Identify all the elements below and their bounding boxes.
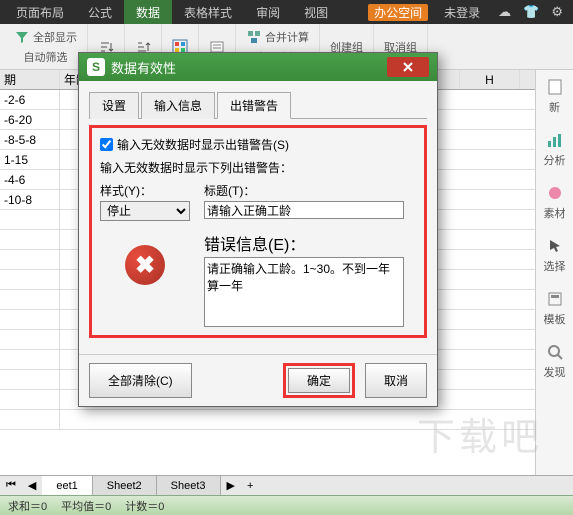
status-sum: 求和＝0 [8, 498, 47, 514]
close-icon [402, 61, 414, 73]
dialog-tabs: 设置 输入信息 出错警告 [89, 91, 427, 119]
header-cell: 期 [0, 70, 60, 89]
menu-data[interactable]: 数据 [124, 0, 172, 24]
col-header-h[interactable]: H [460, 70, 520, 89]
error-icon: ✖ [125, 245, 165, 285]
settings-icon[interactable]: ⚙ [545, 4, 569, 20]
sheet-tab-1[interactable]: eet1 [42, 476, 92, 495]
side-material[interactable]: 素材 [544, 184, 566, 221]
skin-icon[interactable]: 👕 [517, 4, 545, 20]
show-all-button[interactable]: 全部显示 [10, 27, 81, 47]
menu-page-layout[interactable]: 页面布局 [4, 0, 76, 24]
cell[interactable]: -10-8 [0, 190, 60, 209]
menu-table-style[interactable]: 表格样式 [172, 0, 244, 24]
menu-review[interactable]: 审阅 [244, 0, 292, 24]
tab-nav-prev[interactable]: ◀ [22, 479, 42, 492]
add-sheet-button[interactable]: + [241, 480, 259, 492]
sheet-tabs: ⏮ ◀ eet1 Sheet2 Sheet3 ▶ + [0, 475, 573, 495]
cell[interactable]: -6-20 [0, 110, 60, 129]
right-sidebar: 新 分析 素材 选择 模板 发现 [535, 70, 573, 475]
menu-formula[interactable]: 公式 [76, 0, 124, 24]
ok-highlight: 确定 [283, 363, 355, 398]
sheet-tab-2[interactable]: Sheet2 [93, 476, 157, 495]
cell[interactable]: -8-5-8 [0, 130, 60, 149]
dialog-titlebar[interactable]: S 数据有效性 [79, 53, 437, 81]
status-avg: 平均值＝0 [61, 498, 111, 514]
style-label: 样式(Y)： [100, 182, 190, 199]
tab-input-message[interactable]: 输入信息 [141, 92, 215, 119]
error-msg-label: 错误信息(E)： [204, 231, 404, 255]
tab-nav-next[interactable]: ▶ [221, 479, 241, 492]
cell[interactable]: -4-6 [0, 170, 60, 189]
cloud-icon[interactable]: ☁ [492, 4, 517, 20]
tab-error-alert[interactable]: 出错警告 [217, 92, 291, 119]
side-new[interactable]: 新 [546, 78, 564, 115]
side-discover[interactable]: 发现 [544, 343, 566, 380]
show-error-checkbox[interactable] [100, 138, 113, 151]
data-validation-dialog: S 数据有效性 设置 输入信息 出错警告 输入无效数据时显示出错警告(S) 输入… [78, 52, 438, 407]
error-msg-textarea[interactable]: 请正确输入工龄。1~30。不到一年算一年 [204, 257, 404, 327]
close-button[interactable] [387, 57, 429, 77]
cell[interactable]: -2-6 [0, 90, 60, 109]
status-bar: 求和＝0 平均值＝0 计数＝0 [0, 495, 573, 515]
cancel-button[interactable]: 取消 [365, 363, 427, 398]
style-select[interactable]: 停止 [100, 201, 190, 221]
dialog-title: 数据有效性 [111, 58, 176, 77]
login-link[interactable]: 未登录 [432, 0, 492, 24]
cell[interactable]: 1-15 [0, 150, 60, 169]
side-template[interactable]: 模板 [544, 290, 566, 327]
side-select[interactable]: 选择 [544, 237, 566, 274]
title-label: 标题(T)： [204, 182, 404, 199]
auto-filter-button[interactable]: 自动筛选 [20, 47, 72, 67]
clear-all-button[interactable]: 全部清除(C) [89, 363, 192, 398]
menu-view[interactable]: 视图 [292, 0, 340, 24]
title-input[interactable] [204, 201, 404, 219]
workspace-badge[interactable]: 办公空间 [368, 4, 428, 21]
sheet-tab-3[interactable]: Sheet3 [157, 476, 221, 495]
app-icon: S [87, 58, 105, 76]
menubar: 页面布局 公式 数据 表格样式 审阅 视图 办公空间 未登录 ☁ 👕 ⚙ [0, 0, 573, 24]
side-analyze[interactable]: 分析 [544, 131, 566, 168]
status-count: 计数＝0 [125, 498, 164, 514]
highlighted-region: 输入无效数据时显示出错警告(S) 输入无效数据时显示下列出错警告： 样式(Y)：… [89, 125, 427, 338]
show-error-label: 输入无效数据时显示出错警告(S) [117, 136, 289, 153]
consolidate-button[interactable]: 合并计算 [242, 27, 313, 47]
tab-settings[interactable]: 设置 [89, 92, 139, 119]
tab-nav-first[interactable]: ⏮ [0, 479, 22, 492]
fieldset-label: 输入无效数据时显示下列出错警告： [100, 159, 416, 176]
ok-button[interactable]: 确定 [288, 368, 350, 393]
